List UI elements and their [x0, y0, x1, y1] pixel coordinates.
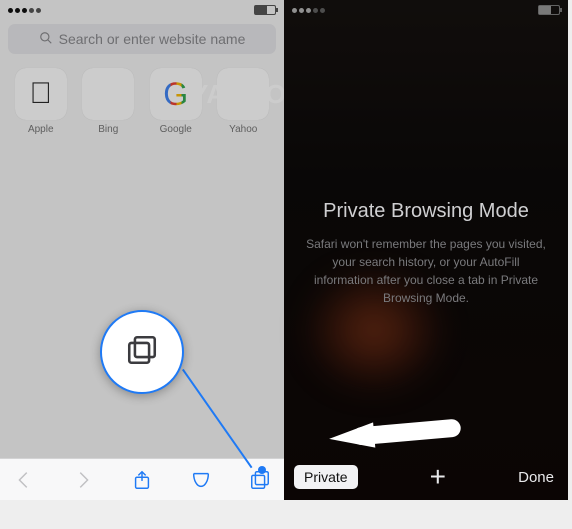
bookmarks-button[interactable] — [189, 468, 213, 492]
favorite-label: Google — [145, 124, 207, 135]
status-bar — [0, 0, 284, 18]
battery-icon — [254, 5, 276, 15]
private-browsing-title: Private Browsing Mode — [302, 200, 550, 223]
apple-icon:  — [15, 68, 67, 120]
favorite-apple[interactable]:  Apple — [10, 68, 72, 135]
status-bar — [284, 0, 568, 18]
tabs-icon — [125, 333, 159, 372]
address-bar-placeholder: Search or enter website name — [59, 31, 246, 47]
favorite-bing[interactable]: b Bing — [78, 68, 140, 135]
signal-icon — [8, 8, 41, 13]
favorite-yahoo[interactable]: YAHOO! Yahoo — [213, 68, 275, 135]
yahoo-icon: YAHOO! — [217, 68, 269, 120]
favorite-label: Bing — [78, 124, 140, 135]
callout-dot — [258, 466, 266, 474]
search-icon — [39, 31, 53, 48]
forward-button[interactable] — [71, 468, 95, 492]
private-browsing-info: Private Browsing Mode Safari won't remem… — [284, 200, 568, 307]
battery-icon — [538, 5, 560, 15]
favorite-label: Yahoo — [213, 124, 275, 135]
address-bar[interactable]: Search or enter website name — [8, 24, 276, 54]
back-button[interactable] — [12, 468, 36, 492]
bing-icon: b — [82, 68, 134, 120]
screenshot-right-private-mode: Private Browsing Mode Safari won't remem… — [284, 0, 568, 500]
private-browsing-description: Safari won't remember the pages you visi… — [302, 235, 550, 307]
callout-circle — [100, 310, 184, 394]
done-button[interactable]: Done — [518, 469, 554, 486]
signal-icon — [292, 8, 325, 13]
favorites-row:  Apple b Bing G Google YAHOO! Yahoo — [0, 62, 284, 141]
favorite-label: Apple — [10, 124, 72, 135]
callout-line — [182, 369, 252, 468]
share-button[interactable] — [130, 468, 154, 492]
bottom-toolbar — [0, 458, 284, 500]
screenshot-left-safari-start: Search or enter website name  Apple b B… — [0, 0, 284, 500]
